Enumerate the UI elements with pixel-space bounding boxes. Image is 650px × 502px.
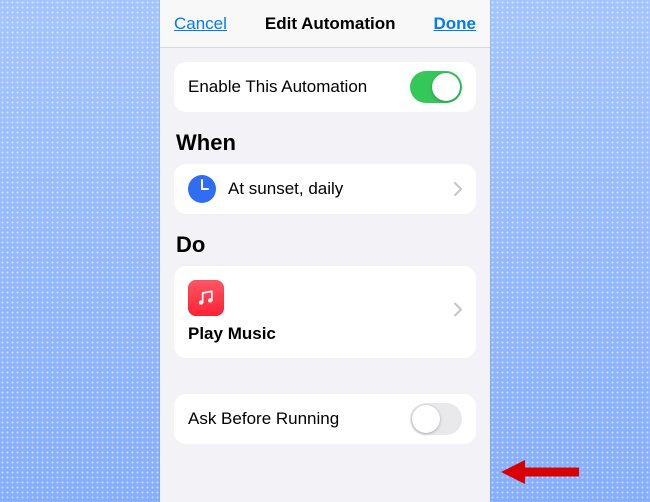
when-trigger-label: At sunset, daily [228,179,442,199]
do-action-card[interactable]: Play Music [174,266,476,358]
when-trigger-row[interactable]: At sunset, daily [174,164,476,214]
chevron-right-icon [454,182,462,196]
cancel-button[interactable]: Cancel [174,14,227,34]
enable-automation-toggle[interactable] [410,71,462,103]
callout-arrow-icon [501,458,581,486]
done-button[interactable]: Done [434,14,477,34]
ask-before-running-label: Ask Before Running [188,409,398,429]
navbar: Cancel Edit Automation Done [160,0,490,48]
music-note-icon [196,288,216,308]
ask-before-running-toggle[interactable] [410,403,462,435]
do-action-label: Play Music [188,324,462,344]
enable-automation-label: Enable This Automation [188,77,398,97]
enable-automation-row: Enable This Automation [174,62,476,112]
ask-before-running-row: Ask Before Running [174,394,476,444]
chevron-right-icon [454,303,462,317]
when-section-header: When [174,112,476,164]
page-title: Edit Automation [265,14,396,34]
edit-automation-modal: Cancel Edit Automation Done Enable This … [160,0,490,502]
do-section-header: Do [174,214,476,266]
music-app-icon [188,280,224,316]
clock-icon [188,175,216,203]
